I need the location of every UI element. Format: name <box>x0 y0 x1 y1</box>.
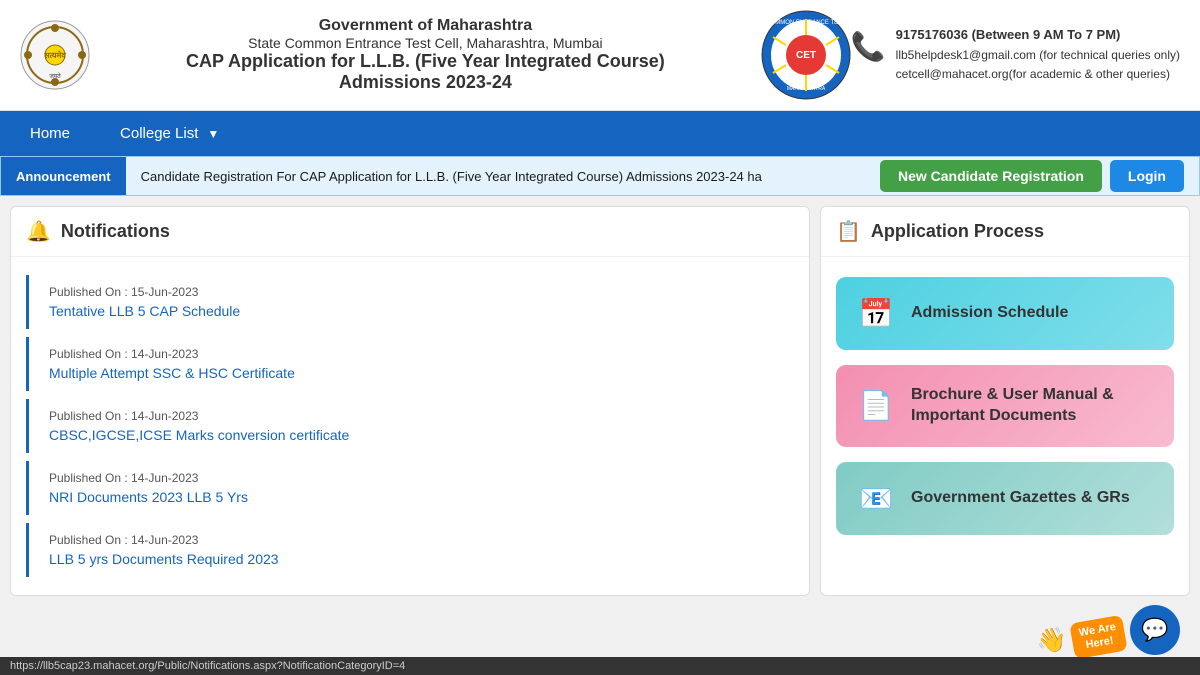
application-process-button[interactable]: 📅 Admission Schedule <box>836 277 1174 350</box>
app-button-label: Admission Schedule <box>911 303 1154 324</box>
app-button-icon: 📅 <box>856 297 896 330</box>
list-item: Published On : 15-Jun-2023 Tentative LLB… <box>26 275 794 329</box>
login-button[interactable]: Login <box>1110 160 1184 192</box>
phone-icon: 📞 <box>851 30 886 63</box>
notification-link[interactable]: CBSC,IGCSE,ICSE Marks conversion certifi… <box>49 427 349 443</box>
svg-text:CET: CET <box>796 50 816 61</box>
header-line3: CAP Application for L.L.B. (Five Year In… <box>90 51 761 72</box>
page-header: सत्यमेव जयते Government of Maharashtra S… <box>0 0 1200 111</box>
announcement-bar: Announcement Candidate Registration For … <box>0 156 1200 196</box>
phone-number: 9175176036 (Between 9 AM To 7 PM) <box>896 25 1180 46</box>
hand-icon: 👋 <box>1037 626 1067 655</box>
app-button-icon: 📄 <box>856 389 896 422</box>
application-process-icon: 📋 <box>836 219 861 244</box>
application-process-button[interactable]: 📄 Brochure & User Manual & Important Doc… <box>836 365 1174 447</box>
chevron-down-icon: ▼ <box>207 127 219 141</box>
navbar: Home College List ▼ <box>0 111 1200 156</box>
notification-link[interactable]: NRI Documents 2023 LLB 5 Yrs <box>49 489 248 505</box>
list-item: Published On : 14-Jun-2023 Multiple Atte… <box>26 337 794 391</box>
app-button-icon: 📧 <box>856 482 896 515</box>
header-line4: Admissions 2023-24 <box>90 72 761 93</box>
bell-icon: 🔔 <box>26 219 51 244</box>
notifications-header: 🔔 Notifications <box>11 207 809 257</box>
svg-text:सत्यमेव: सत्यमेव <box>43 50 66 60</box>
status-bar-url: https://llb5cap23.mahacet.org/Public/Not… <box>10 660 405 672</box>
nav-college-list-link[interactable]: College List <box>100 113 203 154</box>
contact-details: 9175176036 (Between 9 AM To 7 PM) llb5he… <box>896 25 1180 84</box>
application-process-panel: 📋 Application Process 📅 Admission Schedu… <box>820 206 1190 596</box>
we-are-here-widget: 👋 We AreHere! 💬 <box>1037 605 1180 655</box>
nav-college-list[interactable]: College List ▼ <box>90 111 229 156</box>
status-bar: https://llb5cap23.mahacet.org/Public/Not… <box>0 657 1200 675</box>
application-process-button[interactable]: 📧 Government Gazettes & GRs <box>836 462 1174 535</box>
notification-date: Published On : 15-Jun-2023 <box>49 285 774 299</box>
nav-home[interactable]: Home <box>10 113 90 154</box>
notification-link[interactable]: Multiple Attempt SSC & HSC Certificate <box>49 365 295 381</box>
new-candidate-registration-button[interactable]: New Candidate Registration <box>880 160 1102 192</box>
list-item: Published On : 14-Jun-2023 LLB 5 yrs Doc… <box>26 523 794 577</box>
application-process-header: 📋 Application Process <box>821 207 1189 257</box>
contact-info-block: 📞 9175176036 (Between 9 AM To 7 PM) llb5… <box>851 25 1180 84</box>
notification-link[interactable]: LLB 5 yrs Documents Required 2023 <box>49 551 279 567</box>
header-title-block: Government of Maharashtra State Common E… <box>90 17 761 93</box>
email-academic: cetcell@mahacet.org(for academic & other… <box>896 65 1180 84</box>
notification-date: Published On : 14-Jun-2023 <box>49 533 774 547</box>
notification-date: Published On : 14-Jun-2023 <box>49 409 774 423</box>
cet-logo: CET COMMON ENTRANCE TEST MAHARASHTRA <box>761 10 851 100</box>
header-line2: State Common Entrance Test Cell, Maharas… <box>90 35 761 51</box>
notifications-list[interactable]: Published On : 15-Jun-2023 Tentative LLB… <box>11 257 809 595</box>
we-are-here-text: We AreHere! <box>1069 614 1128 659</box>
main-content: 🔔 Notifications Published On : 15-Jun-20… <box>0 196 1200 606</box>
notification-date: Published On : 14-Jun-2023 <box>49 347 774 361</box>
app-button-label: Government Gazettes & GRs <box>911 488 1154 509</box>
application-process-title: Application Process <box>871 221 1044 242</box>
header-line1: Government of Maharashtra <box>90 17 761 35</box>
notifications-title: Notifications <box>61 221 170 242</box>
announcement-text: Candidate Registration For CAP Applicati… <box>126 169 777 184</box>
notification-link[interactable]: Tentative LLB 5 CAP Schedule <box>49 303 240 319</box>
announcement-label: Announcement <box>1 157 126 195</box>
notifications-panel: 🔔 Notifications Published On : 15-Jun-20… <box>10 206 810 596</box>
list-item: Published On : 14-Jun-2023 CBSC,IGCSE,IC… <box>26 399 794 453</box>
maharashtra-seal: सत्यमेव जयते <box>20 20 90 90</box>
app-button-label: Brochure & User Manual & Important Docum… <box>911 385 1154 427</box>
email-technical: llb5helpdesk1@gmail.com (for technical q… <box>896 46 1180 65</box>
list-item: Published On : 14-Jun-2023 NRI Documents… <box>26 461 794 515</box>
application-process-buttons: 📅 Admission Schedule 📄 Brochure & User M… <box>821 257 1189 555</box>
chat-button[interactable]: 💬 <box>1130 605 1180 655</box>
announcement-buttons: New Candidate Registration Login <box>880 160 1199 192</box>
notification-date: Published On : 14-Jun-2023 <box>49 471 774 485</box>
